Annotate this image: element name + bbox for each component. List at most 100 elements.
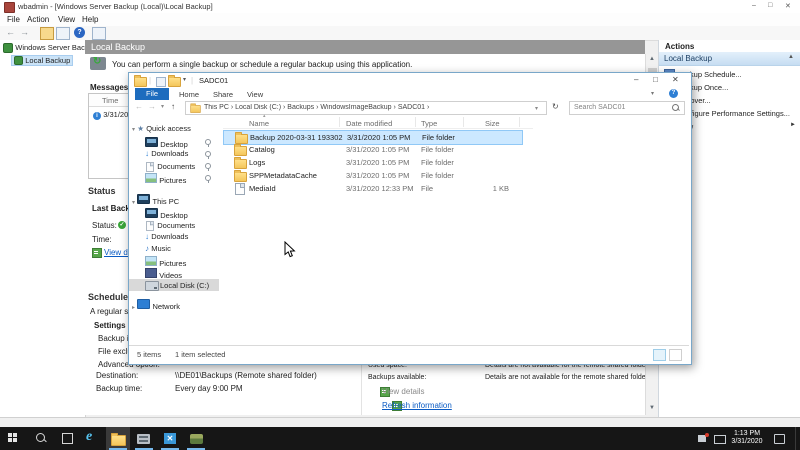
tab-file[interactable]: File	[135, 88, 169, 100]
qat-properties-icon[interactable]	[156, 77, 166, 87]
address-refresh-icon[interactable]: ↻	[552, 102, 559, 111]
explorer-titlebar[interactable]: | ▾ | SADC01 – □ ✕	[129, 73, 689, 88]
file-explorer-taskbar-button[interactable]	[106, 427, 130, 450]
nav-this-pc[interactable]: ▾ This PC	[132, 194, 179, 206]
nav-pc-downloads[interactable]: ↓ Downloads	[145, 232, 188, 241]
wsb-titlebar: wbadmin - [Windows Server Backup (Local)…	[0, 0, 800, 13]
crumb-wib[interactable]: WindowsImageBackup	[320, 104, 391, 111]
nav-qa-documents[interactable]: Documents	[145, 161, 195, 173]
qat-separator2: |	[191, 76, 193, 85]
file-row4[interactable]: MediaId 3/31/2020 12:33 PM File 1 KB	[223, 182, 521, 195]
ie-taskbar-icon[interactable]: e	[86, 429, 92, 445]
nav-forward-icon[interactable]: →	[148, 102, 156, 111]
collapse-group-icon[interactable]: ▲	[788, 54, 794, 60]
crumb-local-disk[interactable]: Local Disk (C:)	[235, 104, 281, 111]
wsb-taskbar-button[interactable]	[184, 427, 208, 450]
qat-new-folder-icon[interactable]	[168, 77, 181, 87]
star-icon: ★	[137, 124, 144, 133]
local-disk-icon	[145, 281, 159, 291]
start-button[interactable]	[8, 433, 17, 442]
nav-quick-access[interactable]: ▾ ★ Quick access	[132, 124, 191, 133]
nav-network[interactable]: ▸ Network	[132, 299, 180, 311]
action-center-icon[interactable]	[774, 434, 785, 444]
powershell-taskbar-button[interactable]: ✕	[158, 427, 182, 450]
explorer-minimize-button[interactable]: –	[634, 75, 638, 84]
details-view-icon[interactable]	[653, 349, 666, 361]
nav-pc-desktop[interactable]: Desktop	[145, 208, 188, 220]
col-divider3[interactable]	[463, 117, 464, 127]
menu-action[interactable]: Action	[27, 15, 49, 24]
help-icon[interactable]: ?	[74, 27, 85, 38]
nav-back-icon[interactable]: ←	[135, 102, 143, 111]
chevron-right-icon[interactable]: ▸	[132, 305, 135, 311]
show-desktop-button[interactable]	[795, 427, 800, 450]
address-dropdown-icon[interactable]: ▾	[535, 105, 538, 112]
wsb-minimize-button[interactable]: –	[752, 2, 756, 9]
scroll-up-icon[interactable]: ▲	[649, 56, 655, 62]
nav-recent-icon[interactable]: ▾	[161, 103, 164, 110]
actions-title: Actions	[665, 42, 694, 51]
tree-item-local-backup[interactable]: Local Backup	[11, 55, 73, 66]
menu-view[interactable]: View	[58, 15, 75, 24]
explorer-close-button[interactable]: ✕	[672, 75, 679, 84]
tab-share[interactable]: Share	[213, 90, 233, 99]
col-type[interactable]: Type	[421, 119, 437, 128]
taskbar-search-button[interactable]	[36, 433, 45, 444]
refresh-information-link[interactable]: Refresh information	[382, 401, 452, 410]
col-divider4[interactable]	[519, 117, 520, 127]
tray-network-icon[interactable]	[714, 435, 726, 444]
ribbon-help-icon[interactable]: ?	[669, 89, 678, 98]
col-divider[interactable]	[339, 117, 340, 127]
backups-available-value: Details are not available for the remote…	[485, 374, 645, 381]
nav-up-icon[interactable]: ↑	[171, 102, 175, 111]
col-date-modified[interactable]: Date modified	[346, 119, 392, 128]
tab-view[interactable]: View	[247, 90, 263, 99]
tray-notify-icon[interactable]	[698, 435, 706, 442]
scroll-down-icon[interactable]: ▼	[649, 405, 655, 411]
explorer-maximize-button[interactable]: □	[653, 75, 658, 84]
search-box[interactable]: Search SADC01	[569, 101, 685, 115]
nav-qa-pictures[interactable]: Pictures	[145, 173, 186, 185]
crumb-backups[interactable]: Backups	[287, 104, 314, 111]
col-size[interactable]: Size	[485, 119, 500, 128]
search-input[interactable]: Search SADC01	[574, 104, 625, 111]
show-action-pane-icon[interactable]	[92, 27, 106, 40]
wsb-maximize-button[interactable]: □	[768, 2, 772, 9]
file-name5: MediaId	[249, 184, 276, 193]
nav-pc-music[interactable]: ♪ Music	[145, 244, 171, 253]
file-row[interactable]: Catalog 3/31/2020 1:05 PM File folder	[223, 143, 521, 156]
col-divider2[interactable]	[415, 117, 416, 127]
qat-dropdown-icon[interactable]: ▾	[183, 76, 186, 83]
export-list-icon[interactable]	[40, 27, 54, 40]
forward-icon[interactable]: →	[20, 27, 29, 37]
thumbnails-view-icon[interactable]	[669, 349, 682, 361]
file-row3[interactable]: SPPMetadataCache 3/31/2020 1:05 PM File …	[223, 169, 521, 182]
crumb-sadc01[interactable]: SADC01	[398, 104, 425, 111]
file-name4: SPPMetadataCache	[249, 171, 317, 180]
menu-file[interactable]: File	[7, 15, 20, 24]
crumb-this-pc[interactable]: This PC	[204, 104, 229, 111]
search-icon[interactable]	[672, 104, 679, 111]
show-console-tree-icon[interactable]	[56, 27, 70, 40]
ribbon-expand-icon[interactable]: ▾	[651, 90, 654, 97]
actions-group-local-backup[interactable]: Local Backup ▲	[659, 52, 800, 66]
tab-home[interactable]: Home	[179, 90, 199, 99]
address-box[interactable]: This PC › Local Disk (C:) › Backups › Wi…	[185, 101, 547, 115]
nav-qa-downloads[interactable]: ↓ Downloads	[145, 149, 188, 158]
task-view-button[interactable]	[62, 433, 73, 444]
nav-pc-pictures[interactable]: Pictures	[145, 256, 186, 268]
server-manager-taskbar-button[interactable]	[132, 427, 156, 450]
wsb-close-button[interactable]: ✕	[785, 2, 791, 10]
file-row2[interactable]: Logs 3/31/2020 1:05 PM File folder	[223, 156, 521, 169]
menu-help[interactable]: Help	[82, 15, 98, 24]
chevron-down-icon2[interactable]: ▾	[132, 200, 135, 206]
nav-pc-local-disk[interactable]: Local Disk (C:)	[129, 279, 219, 291]
taskbar-clock[interactable]: 1:13 PM 3/31/2020	[730, 430, 764, 446]
back-icon[interactable]: ←	[6, 27, 15, 37]
chevron-down-icon[interactable]: ▾	[132, 127, 135, 133]
col-name[interactable]: Name	[249, 119, 269, 128]
nav-pc-documents[interactable]: Documents	[145, 220, 195, 232]
disk-view-details[interactable]: View details	[382, 387, 425, 396]
nav-qa-desktop[interactable]: Desktop	[145, 137, 188, 149]
tree-item-root[interactable]: Windows Server Backup (Local)	[3, 43, 86, 53]
